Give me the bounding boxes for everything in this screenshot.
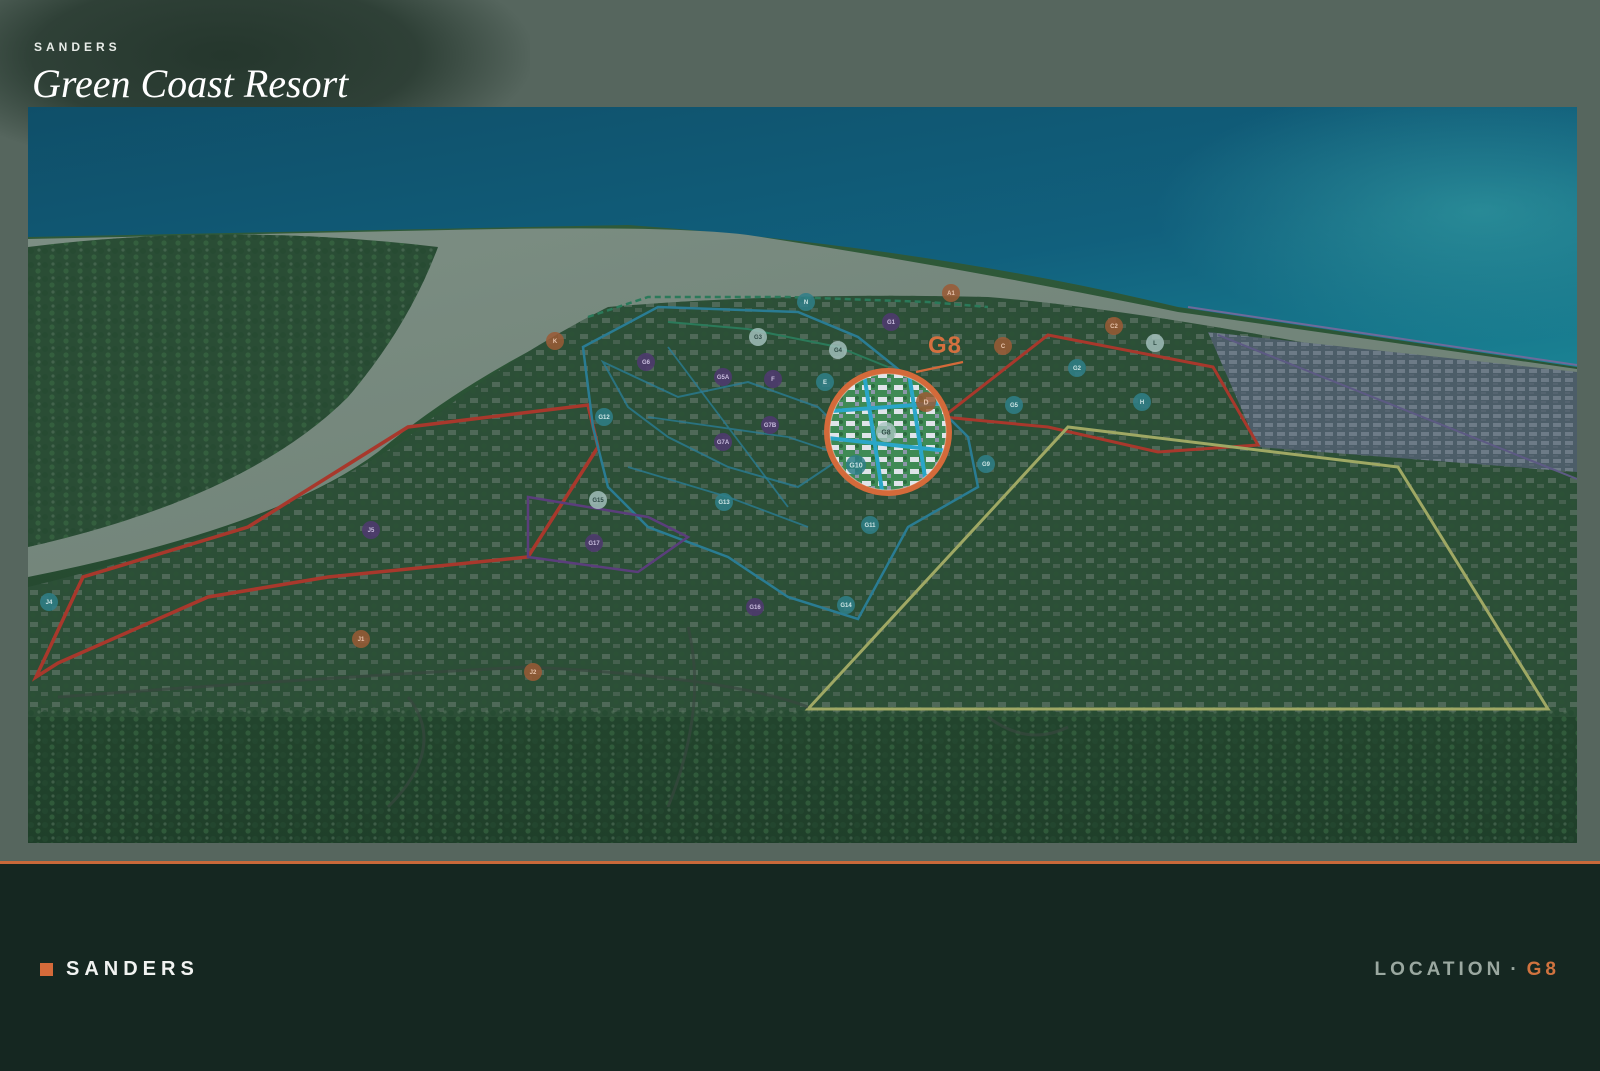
zone-marker-label: G17: [588, 541, 600, 547]
zone-marker[interactable]: J2: [524, 663, 542, 681]
footer-location: LOCATION · G8: [1375, 959, 1561, 981]
zone-marker-label: A1: [947, 291, 955, 297]
focus-label: G8: [928, 332, 962, 359]
zone-marker-label: D: [923, 399, 928, 406]
zone-marker-label: G4: [834, 348, 843, 354]
zone-marker[interactable]: G3: [749, 328, 767, 346]
zone-marker[interactable]: L: [1146, 334, 1164, 352]
location-label: LOCATION: [1374, 959, 1505, 980]
brand-eyebrow: SANDERS: [34, 40, 121, 54]
zone-marker[interactable]: G14: [837, 596, 855, 614]
zone-marker-label: C2: [1110, 324, 1118, 330]
zone-marker[interactable]: G10: [846, 455, 866, 475]
zone-marker[interactable]: K: [546, 332, 564, 350]
zone-marker[interactable]: G7B: [761, 416, 779, 434]
zone-marker-label: G7B: [764, 423, 777, 429]
zone-marker[interactable]: A1: [942, 284, 960, 302]
zone-marker[interactable]: G16: [746, 598, 764, 616]
zone-marker-label: G2: [1073, 366, 1082, 372]
zone-marker[interactable]: E: [816, 373, 834, 391]
zone-marker-label: E: [823, 380, 827, 386]
zone-marker-label: G5: [1010, 403, 1019, 409]
zone-marker-label: G9: [982, 462, 991, 468]
zone-marker[interactable]: G7A: [714, 433, 732, 451]
zone-marker[interactable]: H: [1133, 393, 1151, 411]
zone-marker[interactable]: G9: [977, 455, 995, 473]
zone-marker-label: G16: [749, 605, 761, 611]
page-title: Green Coast Resort: [32, 61, 349, 106]
zone-marker[interactable]: G11: [861, 516, 879, 534]
zone-marker[interactable]: G4: [829, 341, 847, 359]
zone-marker-label: J2: [530, 670, 537, 676]
zone-marker-label: G1: [887, 320, 896, 326]
zone-marker-label: G6: [642, 360, 651, 366]
lower-forest: [28, 707, 1577, 843]
zone-marker[interactable]: F: [764, 370, 782, 388]
zone-marker[interactable]: G13: [715, 493, 733, 511]
zone-marker[interactable]: G5: [1005, 396, 1023, 414]
location-separator: ·: [1510, 959, 1521, 980]
zone-marker-label: G7A: [717, 440, 730, 446]
zone-marker[interactable]: C: [994, 337, 1012, 355]
footer-brand: SANDERS: [40, 958, 199, 981]
zone-marker-label: J1: [358, 637, 365, 643]
zone-marker-label: G3: [754, 335, 763, 341]
zone-marker-label: G5A: [717, 375, 730, 381]
zone-marker-label: G11: [864, 523, 876, 529]
zone-marker-label: G12: [598, 415, 610, 421]
zone-marker[interactable]: C2: [1105, 317, 1123, 335]
zone-marker-label: G15: [592, 498, 604, 504]
zone-marker[interactable]: J4: [40, 593, 58, 611]
footer-brand-name: SANDERS: [66, 958, 199, 980]
footer: SANDERS LOCATION · G8: [0, 864, 1600, 1071]
location-code: G8: [1526, 959, 1560, 980]
zone-marker[interactable]: G17: [585, 534, 603, 552]
zone-marker[interactable]: G6: [637, 353, 655, 371]
zone-marker-label: G13: [718, 500, 730, 506]
zone-marker-label: N: [804, 300, 808, 306]
zone-marker-label: K: [553, 339, 558, 345]
zone-marker-label: G8: [881, 429, 890, 436]
zone-marker-label: G10: [849, 462, 862, 469]
zone-marker[interactable]: G8: [876, 422, 896, 442]
zone-marker[interactable]: G2: [1068, 359, 1086, 377]
zone-marker[interactable]: G12: [595, 408, 613, 426]
zone-marker[interactable]: G5A: [714, 368, 732, 386]
map-canvas[interactable]: N G3 G4 G1 G6 G5A F E G7A G7B G12 G13 G15 G17 G11 G16 G1…: [28, 107, 1577, 843]
zone-marker-label: J4: [46, 600, 53, 606]
zone-marker[interactable]: G1: [882, 313, 900, 331]
zone-marker-label: G14: [840, 603, 852, 609]
zone-marker-label: J5: [368, 528, 375, 534]
zone-marker-label: L: [1153, 341, 1157, 347]
zone-marker-label: C: [1001, 344, 1006, 350]
aerial-map[interactable]: N G3 G4 G1 G6 G5A F E G7A G7B G12 G13 G15 G17 G11 G16 G1…: [28, 107, 1577, 843]
zone-marker[interactable]: G15: [589, 491, 607, 509]
zone-marker-label: F: [771, 377, 775, 383]
brand-square-icon: [40, 963, 53, 976]
zone-marker[interactable]: J5: [362, 521, 380, 539]
zone-marker-label: H: [1140, 400, 1144, 406]
zone-marker[interactable]: N: [797, 293, 815, 311]
zone-marker[interactable]: D: [916, 392, 936, 412]
zone-marker[interactable]: J1: [352, 630, 370, 648]
